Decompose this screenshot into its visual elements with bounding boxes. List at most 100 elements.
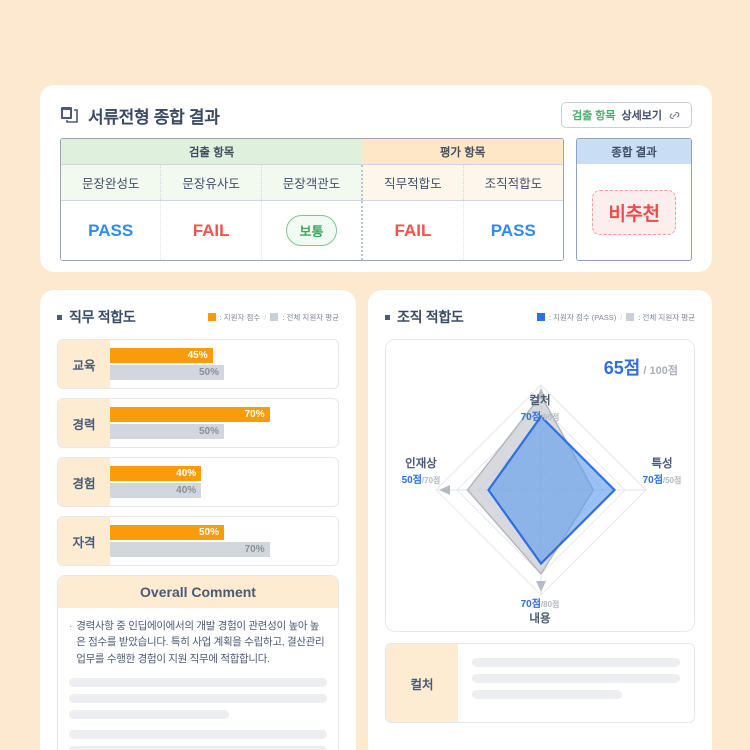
overall-result-header: 종합 결과 <box>577 139 691 164</box>
column-header-sentence-objectivity: 문장객관도 <box>261 165 364 200</box>
value-sentence-objectivity-cell: 보통 <box>262 201 364 260</box>
detection-detail-green-label: 검출 항목 <box>571 110 616 122</box>
radar-axis-value: 70점/80점 <box>520 599 560 610</box>
bar-average: 50% <box>110 424 224 439</box>
bar-average: 70% <box>110 542 270 557</box>
org-fit-header: 조직 적합도 : 지원자 점수 (PASS) / : 전체 지원자 평균 <box>368 290 712 327</box>
job-fit-bar-chart: 교육 45% 50% 경력 70% 50% 경험 40% 40% 자격 50% … <box>40 327 356 566</box>
radar-axis-name: 인재상 <box>405 458 437 470</box>
overall-comment-body: · 경력사항 중 인딥에이에서의 개발 경험이 관련성이 높아 높은 점수를 받… <box>58 608 338 750</box>
radar-axis-label-right: 특성 70점/50점 <box>631 455 693 486</box>
org-fit-title: 조직 적합도 <box>385 307 464 327</box>
bar-average: 50% <box>110 365 224 380</box>
radar-axis-label-left: 인재상 50점/70점 <box>388 455 454 486</box>
card-header: 서류전형 종합 결과 검출 항목 상세보기 <box>40 85 712 128</box>
bullet-square-icon <box>57 314 62 320</box>
bar-area: 40% 40% <box>110 458 338 506</box>
bar-applicant: 45% <box>110 348 213 363</box>
result-table: 검출 항목 평가 항목 문장완성도 문장유사도 문장객관도 직무적합도 조직적합… <box>60 138 564 261</box>
skeleton-group <box>69 729 327 750</box>
legend-swatch-average-icon <box>626 313 635 321</box>
bar-area: 70% 50% <box>110 399 338 447</box>
column-header-sentence-completeness: 문장완성도 <box>61 165 162 200</box>
radar-axis-name: 컬처 <box>529 395 551 407</box>
legend-swatch-average-icon <box>270 313 279 321</box>
page-title-text: 서류전형 종합 결과 <box>88 107 220 127</box>
job-fit-title-text: 직무 적합도 <box>69 309 136 325</box>
skeleton-line <box>69 745 327 750</box>
job-fit-title: 직무 적합도 <box>57 307 136 327</box>
bar-row: 교육 45% 50% <box>57 339 339 389</box>
group-header-detection: 검출 항목 <box>61 139 363 164</box>
job-fit-card: 직무 적합도 : 지원자 점수 / : 전체 지원자 평균 교육 45% 50% <box>40 290 356 750</box>
bar-applicant: 70% <box>110 407 270 422</box>
skeleton-line <box>69 677 327 687</box>
bar-average: 40% <box>110 483 202 498</box>
column-header-sentence-similarity: 문장유사도 <box>161 165 262 200</box>
radar-axis-value: 50점/70점 <box>401 475 441 486</box>
summary-result-card: 서류전형 종합 결과 검출 항목 상세보기 검출 항목 평가 항목 문장완성도 … <box>40 85 712 272</box>
legend-label-average: : 전체 지원자 평균 <box>282 312 339 322</box>
skeleton-line <box>69 693 327 703</box>
page-title: 서류전형 종합 결과 <box>60 103 220 128</box>
legend-label-applicant: : 지원자 점수 (PASS) <box>548 312 617 322</box>
value-sentence-similarity: FAIL <box>161 201 262 260</box>
value-job-fit: FAIL <box>363 201 464 260</box>
overall-comment-title: Overall Comment <box>58 576 338 608</box>
skeleton-line <box>69 709 229 719</box>
radar-axis-name: 특성 <box>651 458 673 470</box>
org-fit-card: 조직 적합도 : 지원자 점수 (PASS) / : 전체 지원자 평균 65점… <box>368 290 712 750</box>
overall-result-body: 비추천 <box>577 164 691 260</box>
bullet-square-icon <box>385 314 390 320</box>
job-fit-legend: : 지원자 점수 / : 전체 지원자 평균 <box>207 312 339 323</box>
document-copy-icon <box>60 106 79 125</box>
bar-category-label: 경력 <box>58 399 110 447</box>
overall-result-box: 종합 결과 비추천 <box>576 138 692 261</box>
radar-axis-value: 70점/50점 <box>642 475 682 486</box>
legend-swatch-applicant-icon <box>207 313 216 321</box>
bar-category-label: 자격 <box>58 517 110 565</box>
radar-axis-name: 내용 <box>529 613 551 625</box>
org-fit-radar-chart: 65점 / 100점 컬처 70점/90점 인재상 50점/70점 특성 70점… <box>385 339 695 632</box>
group-header-evaluation: 평가 항목 <box>362 139 563 164</box>
skeleton-group <box>69 677 327 719</box>
legend-separator: / <box>620 312 623 322</box>
bar-applicant: 50% <box>110 525 224 540</box>
overall-result-badge: 비추천 <box>591 189 677 235</box>
bar-row: 경력 70% 50% <box>57 398 339 448</box>
bar-area: 45% 50% <box>110 340 338 388</box>
bar-area: 50% 70% <box>110 517 338 565</box>
value-org-fit: PASS <box>490 220 536 240</box>
org-fit-legend: : 지원자 점수 (PASS) / : 전체 지원자 평균 <box>536 312 695 323</box>
overall-comment-text-row: · 경력사항 중 인딥에이에서의 개발 경험이 관련성이 높아 높은 점수를 받… <box>69 618 327 667</box>
detection-detail-button[interactable]: 검출 항목 상세보기 <box>560 102 692 128</box>
bar-category-label: 경험 <box>58 458 110 506</box>
skeleton-line <box>69 729 327 739</box>
legend-label-average: : 전체 지원자 평균 <box>638 312 695 322</box>
overall-comment-text: 경력사항 중 인딥에이에서의 개발 경험이 관련성이 높아 높은 점수를 받았습… <box>76 620 325 665</box>
radar-axis-label-top: 컬처 70점/90점 <box>386 392 694 423</box>
result-table-wrap: 검출 항목 평가 항목 문장완성도 문장유사도 문장객관도 직무적합도 조직적합… <box>40 128 712 261</box>
overall-comment-box: Overall Comment · 경력사항 중 인딥에이에서의 개발 경험이 … <box>57 575 339 750</box>
app-root: 서류전형 종합 결과 검출 항목 상세보기 검출 항목 평가 항목 문장완성도 … <box>0 0 750 750</box>
bar-category-label: 교육 <box>58 340 110 388</box>
org-fit-detail-row: 컬처 <box>385 643 695 723</box>
job-fit-header: 직무 적합도 : 지원자 점수 / : 전체 지원자 평균 <box>40 290 356 327</box>
link-icon <box>668 109 681 122</box>
org-fit-title-text: 조직 적합도 <box>397 309 464 325</box>
skeleton-line <box>472 690 622 699</box>
column-header-job-fit: 직무적합도 <box>363 165 464 200</box>
bar-row: 자격 50% 70% <box>57 516 339 566</box>
legend-swatch-applicant-icon <box>536 313 545 321</box>
value-sentence-completeness: PASS <box>61 201 162 260</box>
org-fit-detail-label: 컬처 <box>386 644 458 722</box>
table-value-row: PASS FAIL 보통 FAIL PASS <box>61 200 563 260</box>
detection-detail-dark-label: 상세보기 <box>621 110 662 122</box>
org-fit-detail-body <box>458 644 694 722</box>
column-header-org-fit: 조직적합도 <box>463 165 563 200</box>
legend-label-applicant: : 지원자 점수 <box>219 312 261 322</box>
status-badge-objectivity: 보통 <box>285 215 338 246</box>
table-column-header-row: 문장완성도 문장유사도 문장객관도 직무적합도 조직적합도 <box>61 164 563 200</box>
bullet-dot-icon: · <box>69 620 73 632</box>
bar-row: 경험 40% 40% <box>57 457 339 507</box>
